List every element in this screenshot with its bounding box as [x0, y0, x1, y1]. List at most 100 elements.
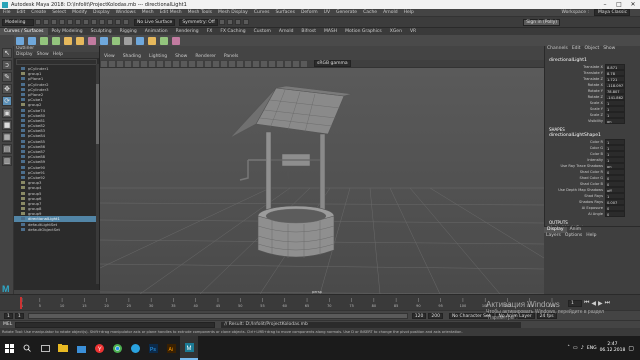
scale-tool-icon[interactable]: ▣ — [2, 108, 12, 118]
shelf-tab[interactable]: MASH — [320, 28, 341, 35]
illustrator-icon[interactable]: Ai — [162, 336, 180, 360]
channel-tab-object[interactable]: Object — [583, 46, 602, 52]
menu-mesh-tools[interactable]: Mesh Tools — [185, 10, 215, 15]
layer-menu-options[interactable]: Options — [563, 233, 584, 239]
viewport-toolbar-icon[interactable] — [245, 60, 251, 67]
channel-attr-label[interactable]: Ai Angle — [545, 211, 605, 217]
shelf-tool-icon[interactable] — [112, 36, 120, 45]
shelf-tool-icon[interactable] — [100, 36, 108, 45]
render-settings-icon[interactable] — [234, 19, 241, 25]
channel-tab-edit[interactable]: Edit — [570, 46, 583, 52]
menu-mesh[interactable]: Mesh — [139, 10, 157, 15]
shelf-tab[interactable]: XGen — [386, 28, 406, 35]
menu-arnold[interactable]: Arnold — [380, 10, 401, 15]
viewport-toolbar-icon[interactable] — [229, 60, 235, 67]
channel-attr-value[interactable]: on — [605, 118, 625, 124]
menu-edit[interactable]: Edit — [14, 10, 29, 15]
channel-attr-value[interactable]: 0 — [605, 211, 625, 217]
viewport-toolbar-icon[interactable] — [237, 60, 243, 67]
photoshop-icon[interactable]: Ps — [144, 336, 162, 360]
menu-windows[interactable]: Windows — [113, 10, 139, 15]
lasso-tool-icon[interactable]: ↄ — [2, 60, 12, 70]
menu-file[interactable]: File — [0, 10, 14, 15]
open-scene-icon[interactable] — [43, 19, 49, 25]
channel-tab-show[interactable]: Show — [601, 46, 617, 52]
viewport-toolbar-icon[interactable] — [269, 60, 275, 67]
viewport-menu-lighting[interactable]: Lighting — [145, 53, 171, 60]
viewport-menu-show[interactable]: Show — [171, 53, 191, 60]
workspace-select[interactable]: Maya Classic — [594, 9, 630, 16]
select-tool-icon[interactable]: ↖ — [2, 48, 12, 58]
select-object-icon[interactable] — [83, 19, 89, 25]
viewport-toolbar-icon[interactable] — [205, 60, 211, 67]
shelf-tool-icon[interactable] — [160, 36, 168, 45]
viewport-toolbar-icon[interactable] — [189, 60, 195, 67]
menu-uv[interactable]: UV — [321, 10, 333, 15]
shelf-tool-icon[interactable] — [64, 36, 72, 45]
viewport-toolbar-icon[interactable] — [149, 60, 155, 67]
menu-help[interactable]: Help — [401, 10, 417, 15]
shelf-tab[interactable]: FX — [203, 28, 217, 35]
file-explorer-icon[interactable] — [54, 336, 72, 360]
maya-taskbar-icon[interactable]: M — [180, 336, 198, 360]
viewport-toolbar-icon[interactable] — [117, 60, 123, 67]
store-icon[interactable] — [72, 336, 90, 360]
viewport-toolbar-icon[interactable] — [173, 60, 179, 67]
viewport-toolbar-icon[interactable] — [221, 60, 227, 67]
outliner-menu-help[interactable]: Help — [51, 52, 65, 58]
undo-icon[interactable] — [59, 19, 65, 25]
viewport-toolbar-icon[interactable] — [125, 60, 131, 67]
network-icon[interactable]: ▭ — [573, 345, 578, 351]
menu-curves[interactable]: Curves — [251, 10, 273, 15]
viewport-menu-view[interactable]: View — [100, 53, 119, 60]
start-frame-field[interactable]: 1 — [4, 312, 13, 319]
shelf-tool-icon[interactable] — [16, 36, 24, 45]
windows-start-icon[interactable] — [0, 336, 18, 360]
menu-create[interactable]: Create — [28, 10, 49, 15]
signin-button[interactable]: Sign in (Polly) — [523, 18, 560, 26]
shelf-tool-icon[interactable] — [52, 36, 60, 45]
shelf-tool-icon[interactable] — [136, 36, 144, 45]
menu-select[interactable]: Select — [49, 10, 69, 15]
viewport-toolbar-icon[interactable] — [213, 60, 219, 67]
viewport-persp[interactable] — [100, 68, 544, 294]
shelf-tool-icon[interactable] — [88, 36, 96, 45]
viewport-toolbar-icon[interactable] — [165, 60, 171, 67]
viewport-toolbar-icon[interactable] — [197, 60, 203, 67]
end-frame-field[interactable]: 200 — [428, 312, 443, 319]
clock[interactable]: 2:47 06.12.2018 — [600, 342, 626, 354]
language-indicator[interactable]: ENG — [587, 346, 597, 351]
command-input[interactable] — [15, 321, 216, 328]
shelf-tool-icon[interactable] — [76, 36, 84, 45]
snap-surface-icon[interactable] — [123, 19, 129, 25]
shelf-tool-icon[interactable] — [172, 36, 180, 45]
viewport-toolbar-icon[interactable] — [141, 60, 147, 67]
live-surface-field[interactable]: No Live Surface — [134, 18, 176, 26]
paint-select-icon[interactable]: ✎ — [2, 72, 12, 82]
move-tool-icon[interactable]: ✥ — [2, 84, 12, 94]
viewport-menu-shading[interactable]: Shading — [119, 53, 145, 60]
volume-icon[interactable]: ♪ — [581, 345, 584, 351]
symmetry-select[interactable]: Symmetry: Off — [179, 18, 218, 26]
shelf-tool-icon[interactable] — [148, 36, 156, 45]
menu-mesh-display[interactable]: Mesh Display — [215, 10, 251, 15]
channel-tab-channels[interactable]: Channels — [545, 46, 570, 52]
shelf-tool-icon[interactable] — [124, 36, 132, 45]
menu-cache[interactable]: Cache — [360, 10, 380, 15]
maximize-icon[interactable]: □ — [612, 0, 626, 9]
shelf-tool-icon[interactable] — [40, 36, 48, 45]
viewport-toolbar-icon[interactable] — [133, 60, 139, 67]
outliner-menu-display[interactable]: Display — [14, 52, 35, 58]
viewport-toolbar-icon[interactable] — [101, 60, 107, 67]
new-scene-icon[interactable] — [35, 19, 41, 25]
snap-curve-icon[interactable] — [107, 19, 113, 25]
cmd-language[interactable]: MEL — [0, 322, 15, 327]
viewport-toolbar-icon[interactable] — [109, 60, 115, 67]
task-view-icon[interactable] — [36, 336, 54, 360]
four-view-icon[interactable]: ▦ — [2, 132, 12, 142]
shelf-tab[interactable]: Sculpting — [87, 28, 116, 35]
shelf-tab[interactable]: Animation — [141, 28, 172, 35]
save-scene-icon[interactable] — [51, 19, 57, 25]
rotate-tool-icon[interactable]: ⟳ — [2, 96, 12, 106]
viewport-toolbar-icon[interactable] — [261, 60, 267, 67]
